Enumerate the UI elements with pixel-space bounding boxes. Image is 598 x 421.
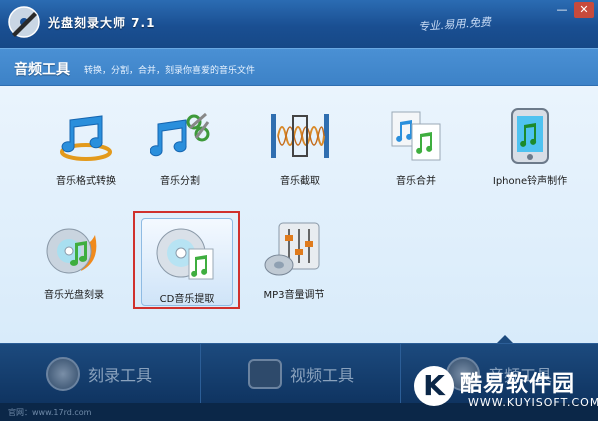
iphone-ringtone-icon [494, 104, 566, 168]
tool-label: MP3音量调节 [263, 290, 325, 301]
music-disc-burn-icon [38, 218, 110, 282]
tab-video-tools[interactable]: 视频工具 [200, 344, 400, 404]
section-subtitle: 转换，分割，合并，刻录你喜爱的音乐文件 [84, 66, 256, 76]
website-link[interactable]: 官网：www.17rd.com [8, 407, 91, 418]
tool-cd-extract[interactable]: CD音乐提取 [133, 214, 241, 310]
tool-label: 音乐格式转换 [56, 176, 116, 187]
tool-mp3-volume[interactable]: MP3音量调节 [240, 218, 348, 314]
music-split-icon [144, 104, 216, 168]
tool-music-split[interactable]: 音乐分割 [126, 104, 234, 200]
close-icon[interactable]: ✕ [574, 2, 594, 18]
tool-music-disc-burn[interactable]: 音乐光盘刻录 [20, 218, 128, 314]
watermark: K 酷易软件园 WWW.KUYISOFT.COM [410, 360, 598, 418]
active-tab-pointer [497, 335, 513, 343]
disc-icon [46, 357, 80, 391]
tool-label: 音乐合并 [396, 176, 436, 187]
app-title: 光盘刻录大师 7.1 [48, 16, 156, 30]
tab-label: 刻录工具 [88, 366, 153, 385]
music-clip-icon [264, 104, 336, 168]
cd-extract-icon [151, 222, 223, 286]
tool-iphone-ringtone[interactable]: Iphone铃声制作 [476, 104, 584, 200]
section-header: 音频工具 转换，分割，合并，刻录你喜爱的音乐文件 [0, 48, 598, 86]
title-bar: 光盘刻录大师 7.1 专业.易用.免费 — ✕ [0, 0, 598, 48]
window-controls: — ✕ [552, 2, 594, 18]
film-icon [248, 359, 282, 389]
music-convert-icon [50, 104, 122, 168]
watermark-logo-icon: K [414, 366, 454, 406]
tool-label: 音乐分割 [160, 176, 200, 187]
tool-label: Iphone铃声制作 [492, 176, 568, 187]
tool-label: CD音乐提取 [159, 294, 215, 305]
tool-grid: 音乐格式转换 音乐分割 音乐截取 音乐合并 Iphone铃声制作 音乐光盘刻录 … [0, 86, 598, 343]
tool-music-merge[interactable]: 音乐合并 [362, 104, 470, 200]
tool-music-convert[interactable]: 音乐格式转换 [32, 104, 140, 200]
watermark-name: 酷易软件园 [460, 372, 576, 397]
watermark-domain: WWW.KUYISOFT.COM [468, 396, 598, 409]
mp3-volume-icon [258, 218, 330, 282]
slogan-text: 专业.易用.免费 [417, 15, 492, 34]
tool-label: 音乐截取 [280, 176, 320, 187]
music-merge-icon [380, 104, 452, 168]
section-title: 音频工具 [14, 62, 70, 78]
tab-label: 视频工具 [290, 366, 355, 385]
tool-label: 音乐光盘刻录 [44, 290, 104, 301]
tab-burn-tools[interactable]: 刻录工具 [0, 344, 200, 404]
tool-music-clip[interactable]: 音乐截取 [246, 104, 354, 200]
minimize-icon[interactable]: — [552, 2, 572, 18]
app-logo-icon [8, 6, 40, 38]
